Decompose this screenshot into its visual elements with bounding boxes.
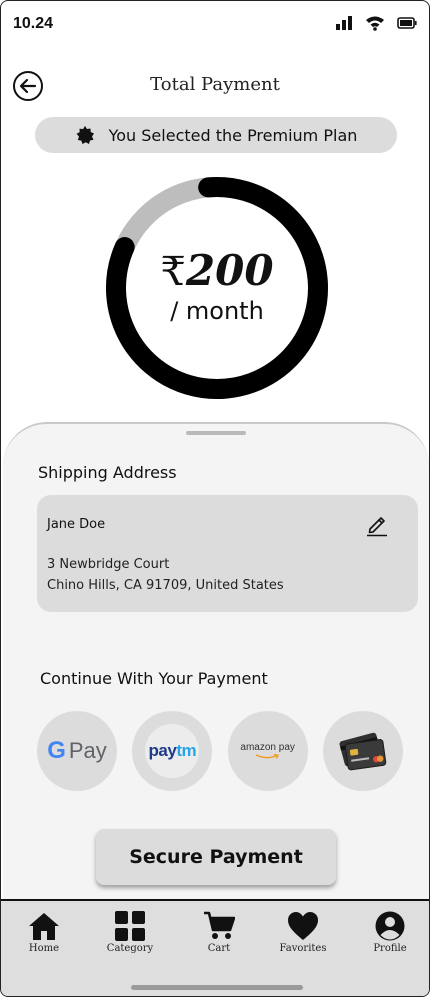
paytm-logo: paytm bbox=[145, 724, 200, 778]
credit-card-icon bbox=[339, 732, 387, 771]
nav-category-label: Category bbox=[106, 943, 154, 954]
grid-icon bbox=[115, 911, 145, 941]
address-name: Jane Doe bbox=[47, 517, 106, 532]
payment-options: G Pay paytm amazon pay bbox=[37, 711, 403, 791]
price-period: / month bbox=[170, 297, 264, 325]
price-display: ₹200 / month bbox=[103, 246, 331, 325]
plan-banner: You Selected the Premium Plan bbox=[35, 117, 397, 153]
amazon-pay-button[interactable]: amazon pay bbox=[227, 711, 308, 791]
plan-banner-text: You Selected the Premium Plan bbox=[108, 125, 358, 145]
nav-profile-label: Profile bbox=[373, 943, 407, 954]
address-line2: Chino Hills, CA 91709, United States bbox=[47, 578, 284, 593]
google-g-letter: G bbox=[47, 737, 66, 764]
google-pay-logo: G Pay bbox=[47, 737, 107, 765]
paytm-wordmark: paytm bbox=[149, 741, 197, 761]
amazon-pay-text: amazon pay bbox=[240, 741, 295, 753]
home-indicator bbox=[131, 985, 303, 990]
card-payment-button[interactable] bbox=[322, 711, 403, 791]
cart-icon bbox=[204, 911, 235, 939]
secure-payment-button[interactable]: Secure Payment bbox=[96, 829, 336, 885]
google-pay-text: Pay bbox=[68, 738, 107, 763]
pencil-icon bbox=[367, 517, 387, 537]
battery-icon bbox=[397, 17, 417, 29]
paytm-pay-text: pay bbox=[148, 741, 177, 760]
nav-profile[interactable]: Profile bbox=[355, 911, 425, 954]
nav-favorites-label: Favorites bbox=[279, 943, 327, 954]
amazon-pay-logo: amazon pay bbox=[240, 741, 295, 760]
paytm-tm-text: tm bbox=[176, 741, 197, 760]
home-icon bbox=[29, 913, 59, 940]
nav-favorites[interactable]: Favorites bbox=[268, 911, 338, 954]
payment-sheet: Shipping Address Jane Doe 3 Newbridge Co… bbox=[3, 422, 429, 902]
status-time: 10.24 bbox=[13, 15, 54, 32]
amazon-smile-icon bbox=[255, 753, 279, 759]
phone-screen: 10.24 Total Payment You Selected the Pre… bbox=[0, 0, 430, 997]
badge-icon bbox=[76, 126, 94, 144]
price-value: 200 bbox=[185, 246, 274, 295]
currency-symbol: ₹ bbox=[160, 249, 186, 295]
page-title: Total Payment bbox=[150, 74, 280, 95]
bottom-nav: Home Category Cart Favorites Profile bbox=[1, 899, 429, 996]
profile-icon bbox=[375, 911, 405, 941]
nav-home-label: Home bbox=[28, 943, 60, 954]
price-amount: ₹200 bbox=[103, 246, 331, 297]
status-icons bbox=[335, 15, 417, 31]
address-line1: 3 Newbridge Court bbox=[47, 557, 170, 572]
payment-label: Continue With Your Payment bbox=[40, 669, 268, 688]
address-card[interactable]: Jane Doe 3 Newbridge Court Chino Hills, … bbox=[37, 495, 418, 612]
nav-cart[interactable]: Cart bbox=[184, 911, 254, 954]
heart-icon bbox=[288, 912, 318, 940]
wifi-icon bbox=[366, 16, 384, 31]
nav-home[interactable]: Home bbox=[9, 911, 79, 954]
shipping-label: Shipping Address bbox=[38, 463, 177, 482]
sheet-handle[interactable] bbox=[186, 431, 246, 435]
google-pay-button[interactable]: G Pay bbox=[37, 711, 117, 791]
paytm-button[interactable]: paytm bbox=[132, 711, 213, 791]
nav-cart-label: Cart bbox=[207, 943, 231, 954]
nav-category[interactable]: Category bbox=[95, 911, 165, 954]
edit-address-button[interactable] bbox=[366, 513, 388, 537]
signal-icon bbox=[336, 16, 352, 30]
